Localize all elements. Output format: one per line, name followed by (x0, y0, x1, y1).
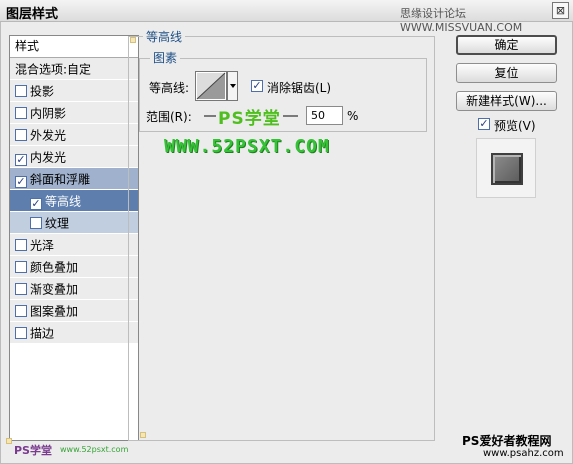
anti-alias-label: 消除锯齿(L) (267, 81, 332, 95)
style-item[interactable]: 纹理 (10, 212, 138, 234)
contour-picker[interactable] (195, 71, 227, 101)
style-item-label: 渐变叠加 (30, 282, 79, 297)
style-item[interactable]: ✓ 等高线 (10, 190, 138, 212)
style-item-label: 描边 (30, 326, 55, 341)
style-item-label: 投影 (30, 84, 55, 99)
new-style-button[interactable]: 新建样式(W)... (456, 91, 557, 111)
style-item-label: 光泽 (30, 238, 55, 253)
bottom-left-url: www.52psxt.com (60, 445, 129, 454)
preview-label: 预览(V) (494, 119, 536, 133)
style-item-checkbox[interactable] (15, 261, 27, 273)
style-item-checkbox[interactable]: ✓ (30, 198, 42, 210)
blend-options-label: 混合选项:自定 (15, 62, 92, 77)
style-item-checkbox[interactable] (30, 217, 42, 229)
ps-xuetang-watermark: PS学堂 (216, 104, 283, 129)
corner-marker (130, 37, 136, 43)
title-bar: 图层样式 思缘设计论坛 WWW.MISSVUAN.COM ⊠ (0, 0, 573, 34)
style-item-label: 图案叠加 (30, 304, 79, 319)
style-item[interactable]: 投影 (10, 80, 138, 102)
group-title: 图素 (150, 49, 181, 66)
style-item-checkbox[interactable]: ✓ (15, 154, 27, 166)
anti-alias-checkbox[interactable]: ✓ (251, 80, 263, 92)
style-item[interactable]: 描边 (10, 322, 138, 344)
style-item[interactable]: 内阴影 (10, 102, 138, 124)
style-item[interactable]: ✓ 内发光 (10, 146, 138, 168)
style-item-checkbox[interactable] (15, 239, 27, 251)
style-item-checkbox[interactable] (15, 129, 27, 141)
preview-swatch (491, 153, 523, 185)
style-item-checkbox[interactable] (15, 107, 27, 119)
styles-header[interactable]: 样式 (10, 36, 138, 58)
corner-marker (6, 438, 12, 444)
style-item-checkbox[interactable] (15, 85, 27, 97)
style-list: 样式 混合选项:自定 投影 内阴影 外发光 ✓ 内发光 ✓ 斜面和浮雕 ✓ 等高线 纹理 光泽 颜色叠… (9, 35, 139, 441)
style-item-checkbox[interactable]: ✓ (15, 176, 27, 188)
style-item-label: 斜面和浮雕 (30, 172, 91, 187)
style-item-label: 内发光 (30, 150, 67, 165)
style-item[interactable]: 图案叠加 (10, 300, 138, 322)
style-preview (476, 138, 536, 198)
contour-curve-icon (196, 72, 226, 100)
ok-button[interactable]: 确定 (456, 35, 557, 55)
style-item[interactable]: ✓ 斜面和浮雕 (10, 168, 138, 190)
site-watermark: WWW.52PSXT.COM (164, 136, 330, 157)
corner-marker (140, 432, 146, 438)
style-item[interactable]: 渐变叠加 (10, 278, 138, 300)
style-item-label: 外发光 (30, 128, 67, 143)
contour-dropdown-button[interactable] (227, 71, 238, 101)
bottom-left-watermark: PS学堂 (14, 444, 52, 457)
window-title: 图层样式 (6, 7, 59, 22)
range-input[interactable] (306, 106, 343, 125)
preview-checkbox[interactable]: ✓ (478, 118, 490, 130)
range-unit: % (347, 109, 359, 123)
bottom-right-url: www.psahz.com (483, 448, 564, 459)
style-item-checkbox[interactable] (15, 327, 27, 339)
style-item-label: 等高线 (45, 194, 82, 209)
style-item-label: 颜色叠加 (30, 260, 79, 275)
contour-label: 等高线: (149, 81, 190, 95)
style-item-label: 纹理 (45, 216, 70, 231)
style-item-checkbox[interactable] (15, 305, 27, 317)
range-label: 范围(R): (146, 110, 192, 124)
style-item-checkbox[interactable] (15, 283, 27, 295)
section-title: 等高线 (143, 28, 186, 45)
bottom-right-watermark: PS爱好者教程网 (462, 434, 552, 448)
blend-options-item[interactable]: 混合选项:自定 (10, 58, 138, 80)
style-item[interactable]: 颜色叠加 (10, 256, 138, 278)
reset-button[interactable]: 复位 (456, 63, 557, 83)
style-item[interactable]: 光泽 (10, 234, 138, 256)
style-item-label: 内阴影 (30, 106, 67, 121)
close-icon[interactable]: ⊠ (552, 2, 569, 19)
style-item[interactable]: 外发光 (10, 124, 138, 146)
